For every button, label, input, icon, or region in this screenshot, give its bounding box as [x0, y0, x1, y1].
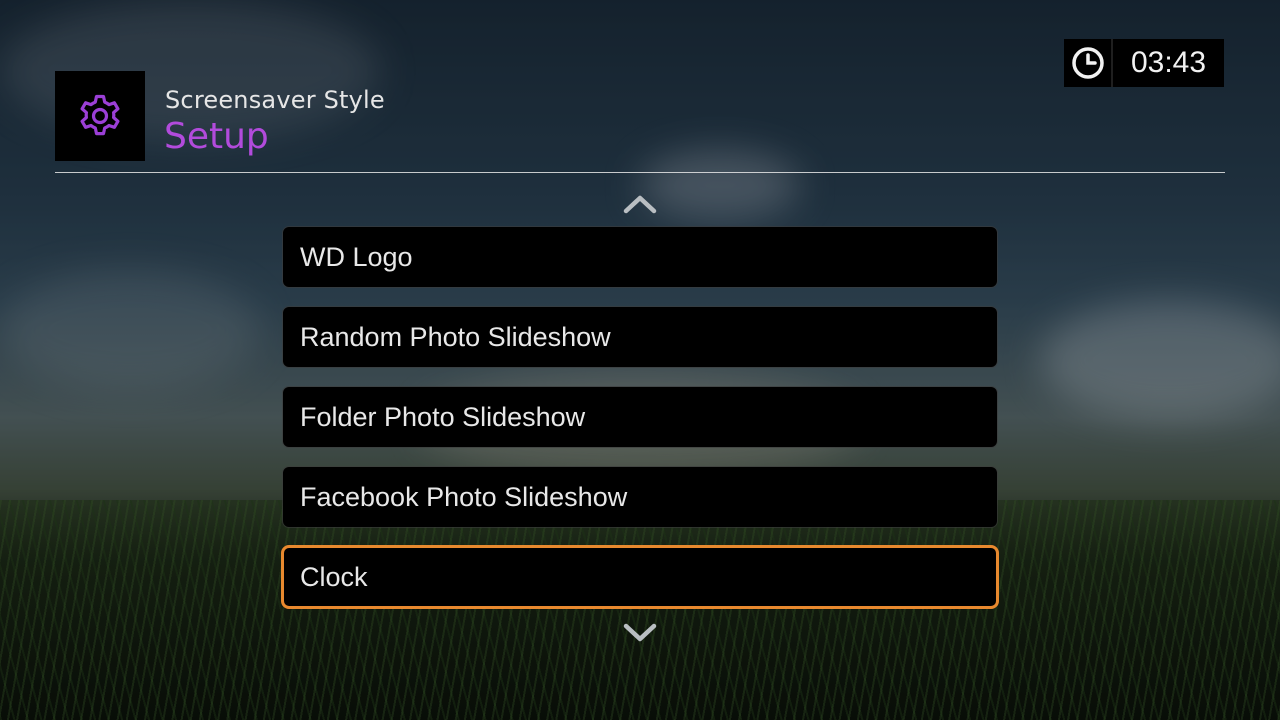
page-title: Setup: [164, 116, 269, 157]
menu-item-label: Facebook Photo Slideshow: [300, 481, 628, 512]
scroll-down-button[interactable]: [620, 620, 660, 644]
settings-app-icon: [55, 71, 145, 161]
menu-item-folder-photo-slideshow[interactable]: Folder Photo Slideshow: [283, 387, 997, 447]
menu-item-wd-logo[interactable]: WD Logo: [283, 227, 997, 287]
clock-icon: [1071, 47, 1104, 79]
screen: Screensaver Style Setup 03:43 WD Logo Ra…: [0, 0, 1280, 720]
header-divider: [55, 172, 1225, 173]
clock-widget: 03:43: [1064, 39, 1224, 87]
menu-item-label: Folder Photo Slideshow: [300, 401, 586, 432]
page-subtitle: Screensaver Style: [165, 86, 385, 114]
menu-item-label: Clock: [300, 561, 368, 592]
chevron-up-icon: [623, 195, 657, 214]
chevron-down-icon: [623, 623, 657, 642]
clock-icon-cell: [1064, 39, 1113, 87]
clock-time: 03:43: [1130, 46, 1207, 79]
menu-item-random-photo-slideshow[interactable]: Random Photo Slideshow: [283, 307, 997, 367]
menu-item-label: WD Logo: [300, 241, 413, 272]
menu-item-label: Random Photo Slideshow: [300, 321, 611, 352]
scroll-up-button[interactable]: [620, 192, 660, 216]
gear-icon: [80, 94, 120, 136]
menu-item-clock[interactable]: Clock: [281, 545, 999, 609]
menu-item-facebook-photo-slideshow[interactable]: Facebook Photo Slideshow: [283, 467, 997, 527]
